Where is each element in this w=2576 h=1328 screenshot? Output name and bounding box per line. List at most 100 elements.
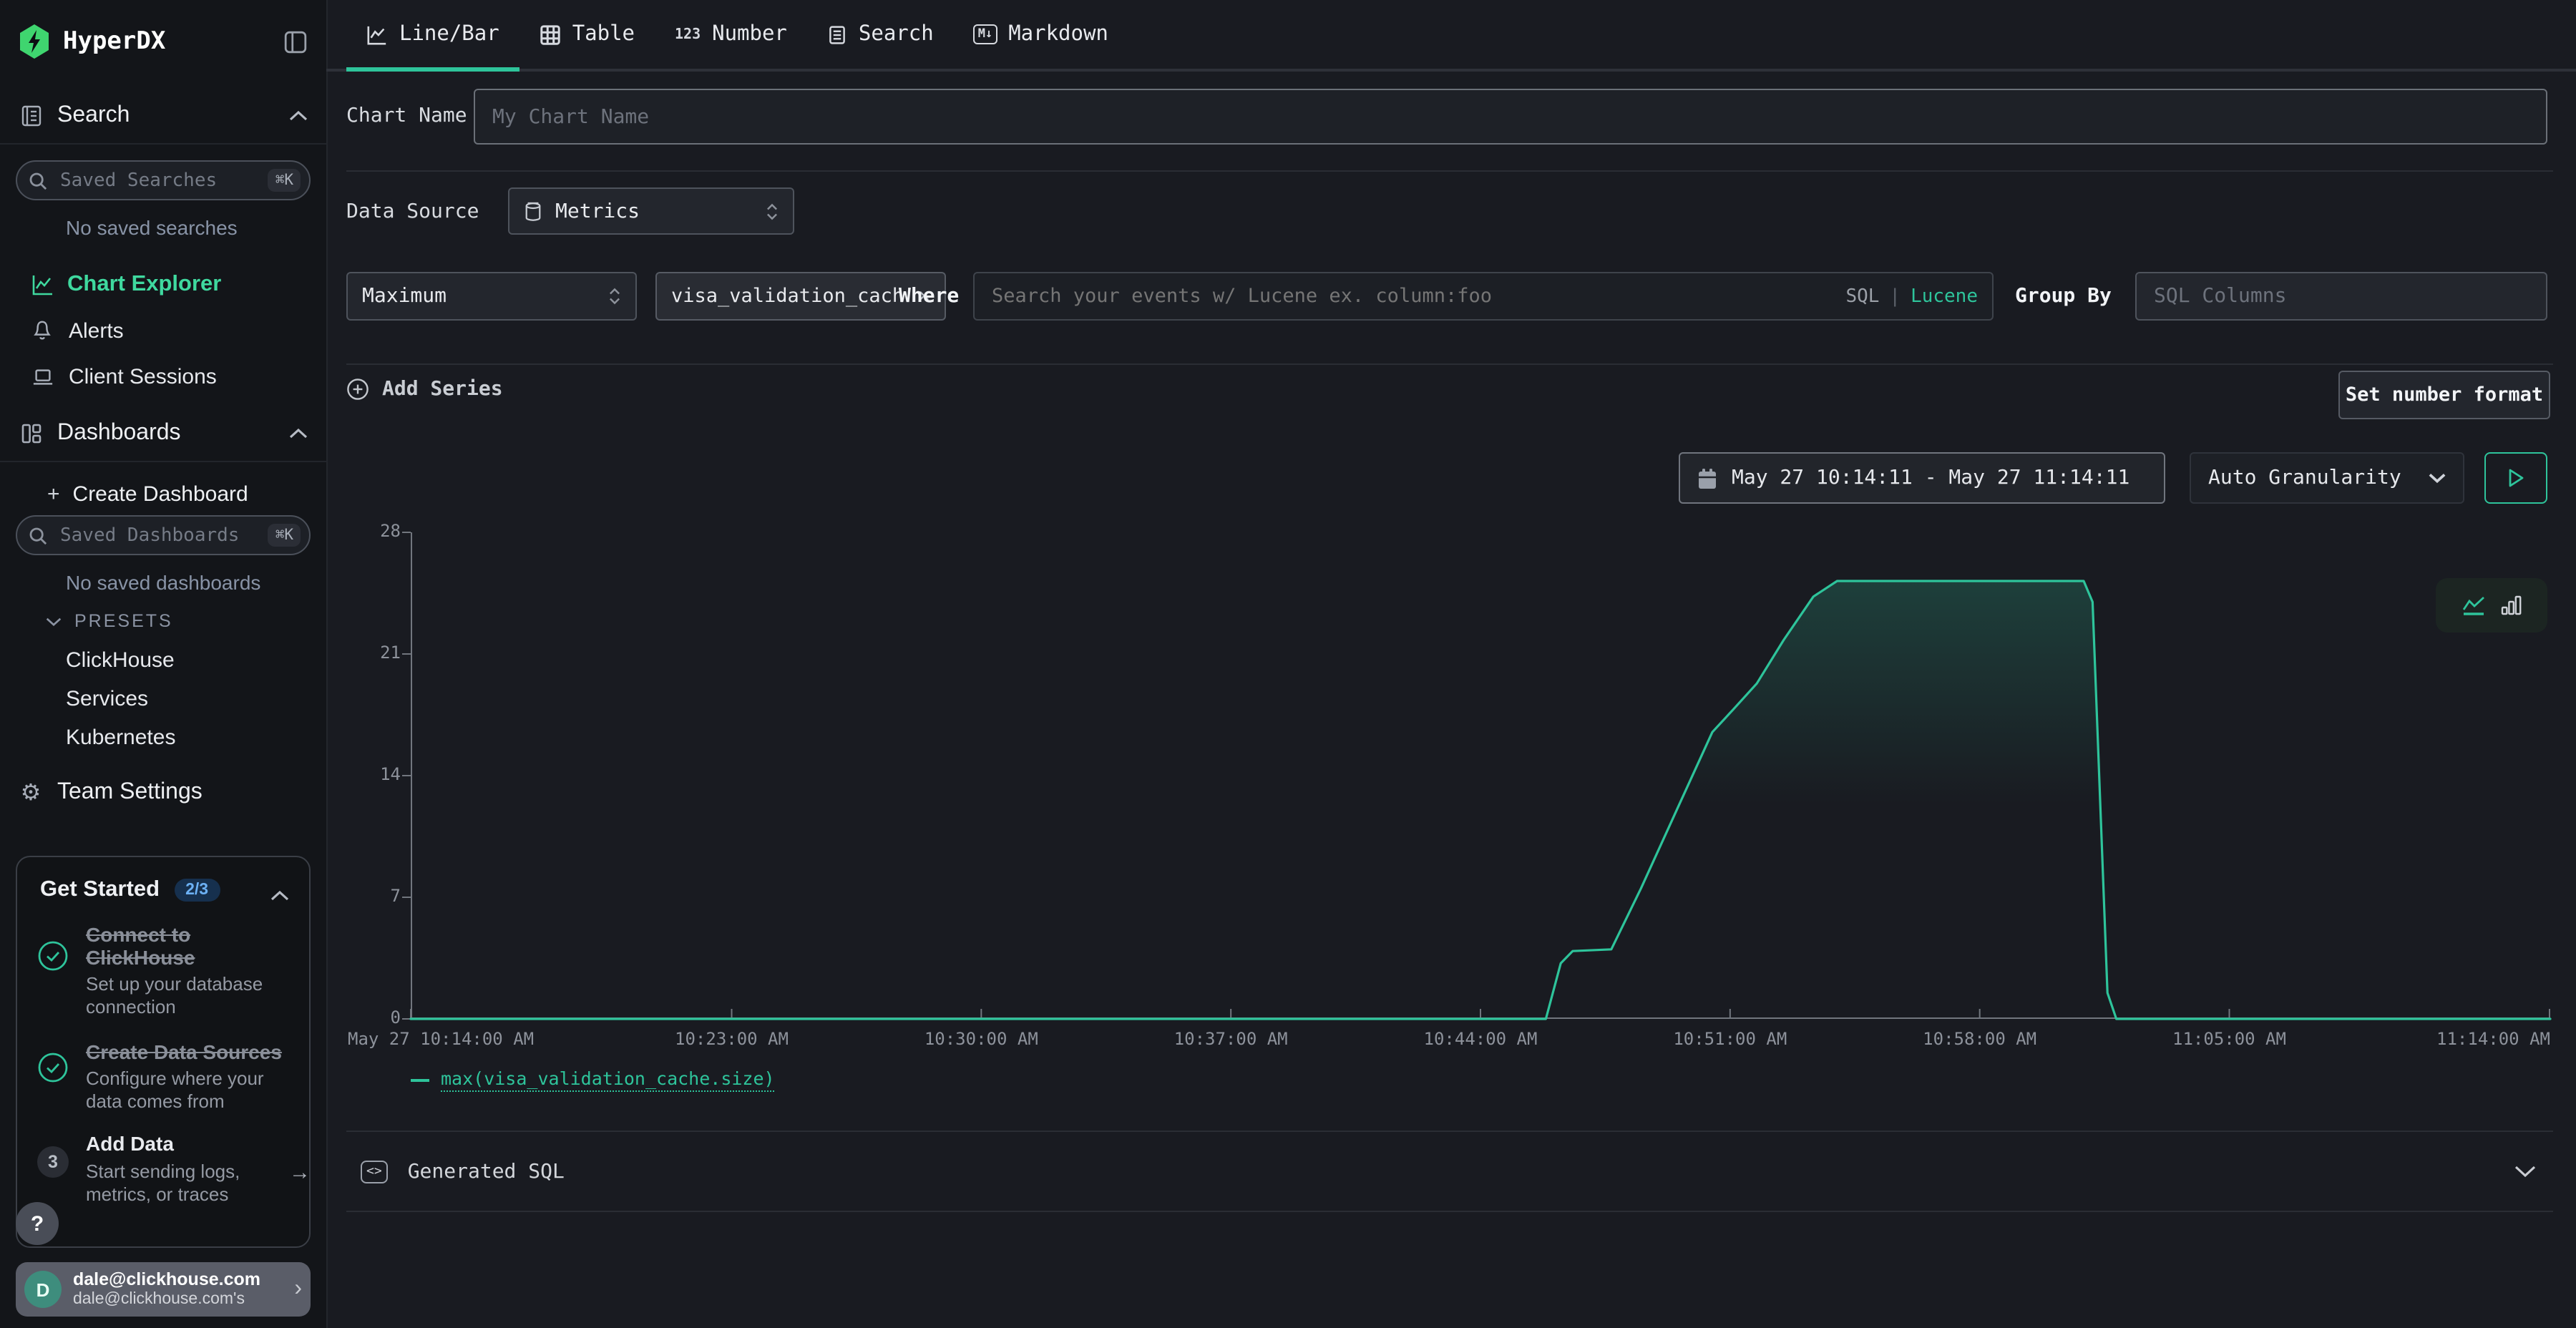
granularity-select[interactable]: Auto Granularity bbox=[2190, 452, 2464, 504]
get-started-step[interactable]: Connect to ClickHouse Set up your databa… bbox=[37, 923, 301, 1019]
sidebar-item-team-settings[interactable]: ⚙ Team Settings bbox=[0, 773, 326, 813]
step-subtitle: Configure where your bbox=[86, 1068, 315, 1090]
main-content: Line/Bar Table 123 Number Search M↓ Ma bbox=[326, 0, 2576, 1328]
chevron-up-icon[interactable] bbox=[289, 103, 308, 129]
no-saved-dashboards-text: No saved dashboards bbox=[66, 571, 260, 594]
sql-toggle[interactable]: SQL bbox=[1845, 285, 1879, 307]
shortcut-badge: ⌘K bbox=[268, 169, 301, 192]
step-title: Create Data Sources bbox=[86, 1040, 315, 1063]
chevron-up-icon[interactable] bbox=[270, 883, 289, 909]
user-email: dale@clickhouse.com bbox=[73, 1269, 294, 1289]
date-range-value: May 27 10:14:11 - May 27 11:14:11 bbox=[1732, 467, 2129, 489]
step-subtitle: metrics, or traces bbox=[86, 1183, 283, 1206]
generated-sql-row[interactable]: <> Generated SQL bbox=[346, 1132, 2553, 1211]
run-query-button[interactable] bbox=[2484, 452, 2547, 504]
tab-label: Search bbox=[859, 23, 934, 46]
sidebar-section-dashboards[interactable]: Dashboards bbox=[0, 412, 326, 455]
chart-name-input[interactable] bbox=[474, 89, 2547, 145]
check-circle-icon bbox=[37, 1052, 69, 1083]
sidebar-section-search[interactable]: Search bbox=[0, 94, 326, 137]
dashboards-section-label: Dashboards bbox=[57, 421, 181, 446]
tab-line-bar[interactable]: Line/Bar bbox=[346, 0, 519, 69]
logo-row: HyperDX bbox=[0, 14, 326, 69]
tab-table[interactable]: Table bbox=[519, 0, 655, 69]
preset-kubernetes[interactable]: Kubernetes bbox=[0, 721, 326, 753]
tab-markdown[interactable]: M↓ Markdown bbox=[954, 0, 1128, 69]
search-icon bbox=[26, 523, 50, 547]
step-subtitle: data comes from bbox=[86, 1090, 315, 1113]
timeseries-chart[interactable] bbox=[411, 532, 2550, 1019]
help-button[interactable]: ? bbox=[16, 1202, 59, 1245]
sidebar-item-client-sessions[interactable]: Client Sessions bbox=[0, 358, 326, 395]
chevron-down-icon[interactable] bbox=[2514, 1165, 2536, 1178]
sidebar-item-label: Client Sessions bbox=[69, 364, 217, 389]
preset-clickhouse[interactable]: ClickHouse bbox=[0, 644, 326, 675]
where-search-field[interactable] bbox=[989, 283, 1845, 309]
sidebar-item-label: Alerts bbox=[69, 318, 124, 343]
y-axis-tick-label: 7 bbox=[326, 886, 401, 906]
chevron-down-icon bbox=[2429, 472, 2446, 484]
data-source-select[interactable]: Metrics bbox=[508, 187, 794, 235]
x-axis-tick-label: 10:30:00 AM bbox=[924, 1029, 1038, 1049]
x-axis-tick-label: 11:14:00 AM bbox=[2436, 1029, 2550, 1049]
toggle-separator: | bbox=[1889, 285, 1901, 307]
saved-dashboards-placeholder: Saved Dashboards bbox=[60, 524, 268, 546]
user-menu[interactable]: D dale@clickhouse.com dale@clickhouse.co… bbox=[16, 1262, 311, 1317]
aggregation-select[interactable]: Maximum bbox=[346, 272, 637, 321]
no-saved-searches-text: No saved searches bbox=[66, 216, 238, 239]
get-started-step[interactable]: Create Data Sources Configure where your… bbox=[37, 1040, 315, 1113]
preset-label: Services bbox=[66, 686, 148, 711]
where-search-input[interactable]: SQL | Lucene bbox=[973, 272, 1994, 321]
data-source-value: Metrics bbox=[555, 200, 640, 223]
aggregation-value: Maximum bbox=[362, 285, 447, 308]
get-started-title: Get Started bbox=[40, 877, 160, 903]
x-axis-labels: May 27 10:14:00 AM10:23:00 AM10:30:00 AM… bbox=[411, 1029, 2550, 1052]
preset-services[interactable]: Services bbox=[0, 683, 326, 714]
tab-search[interactable]: Search bbox=[807, 0, 954, 69]
x-axis-tick-label: May 27 10:14:00 AM bbox=[348, 1029, 534, 1049]
user-team: dale@clickhouse.com's bbox=[73, 1289, 294, 1309]
date-range-picker[interactable]: May 27 10:14:11 - May 27 11:14:11 bbox=[1679, 452, 2165, 504]
plus-icon: + bbox=[47, 482, 60, 506]
lucene-toggle[interactable]: Lucene bbox=[1911, 285, 1978, 307]
tab-label: Table bbox=[572, 23, 635, 46]
get-started-step[interactable]: 3 Add Data Start sending logs, metrics, … bbox=[37, 1132, 283, 1206]
step-title: ClickHouse bbox=[86, 946, 301, 969]
add-series-button[interactable]: Add Series bbox=[346, 378, 503, 401]
select-chevrons-icon bbox=[608, 286, 621, 306]
y-axis-tick-label: 21 bbox=[326, 643, 401, 663]
presets-label: PRESETS bbox=[74, 611, 173, 631]
group-by-input[interactable] bbox=[2135, 272, 2547, 321]
chart-type-tabbar: Line/Bar Table 123 Number Search M↓ Ma bbox=[326, 0, 2576, 72]
create-dashboard-button[interactable]: + Create Dashboard bbox=[0, 478, 326, 509]
help-label: ? bbox=[31, 1211, 44, 1236]
code-icon: <> bbox=[361, 1160, 388, 1183]
x-axis-tick-label: 10:51:00 AM bbox=[1673, 1029, 1787, 1049]
saved-searches-input[interactable]: Saved Searches ⌘K bbox=[16, 160, 311, 200]
chart-legend[interactable]: max(visa_validation_cache.size) bbox=[411, 1068, 775, 1092]
x-axis-tick-label: 10:44:00 AM bbox=[1424, 1029, 1538, 1049]
collapse-sidebar-icon[interactable] bbox=[283, 29, 308, 54]
sidebar-item-alerts[interactable]: Alerts bbox=[0, 312, 326, 349]
saved-dashboards-input[interactable]: Saved Dashboards ⌘K bbox=[16, 515, 311, 555]
x-axis-tick-label: 10:23:00 AM bbox=[675, 1029, 789, 1049]
search-icon bbox=[26, 168, 50, 192]
arrow-right-icon: → bbox=[289, 1161, 311, 1185]
play-icon bbox=[2507, 468, 2524, 488]
chevron-up-icon[interactable] bbox=[289, 421, 308, 446]
sidebar-item-chart-explorer[interactable]: Chart Explorer bbox=[0, 266, 326, 303]
legend-series-name: max(visa_validation_cache.size) bbox=[441, 1068, 775, 1092]
x-axis-tick-label: 10:37:00 AM bbox=[1174, 1029, 1288, 1049]
chevron-right-icon: › bbox=[294, 1276, 302, 1302]
tab-number[interactable]: 123 Number bbox=[655, 0, 807, 69]
legend-line-swatch bbox=[411, 1078, 429, 1081]
preset-label: Kubernetes bbox=[66, 725, 175, 749]
check-circle-icon bbox=[37, 940, 69, 972]
data-source-label: Data Source bbox=[346, 200, 479, 223]
set-number-format-button[interactable]: Set number format bbox=[2338, 371, 2550, 419]
presets-toggle[interactable]: PRESETS bbox=[0, 607, 326, 635]
search-section-icon bbox=[19, 104, 43, 128]
search-section-label: Search bbox=[57, 103, 130, 129]
markdown-icon: M↓ bbox=[974, 24, 997, 44]
group-by-label: Group By bbox=[2015, 285, 2112, 308]
